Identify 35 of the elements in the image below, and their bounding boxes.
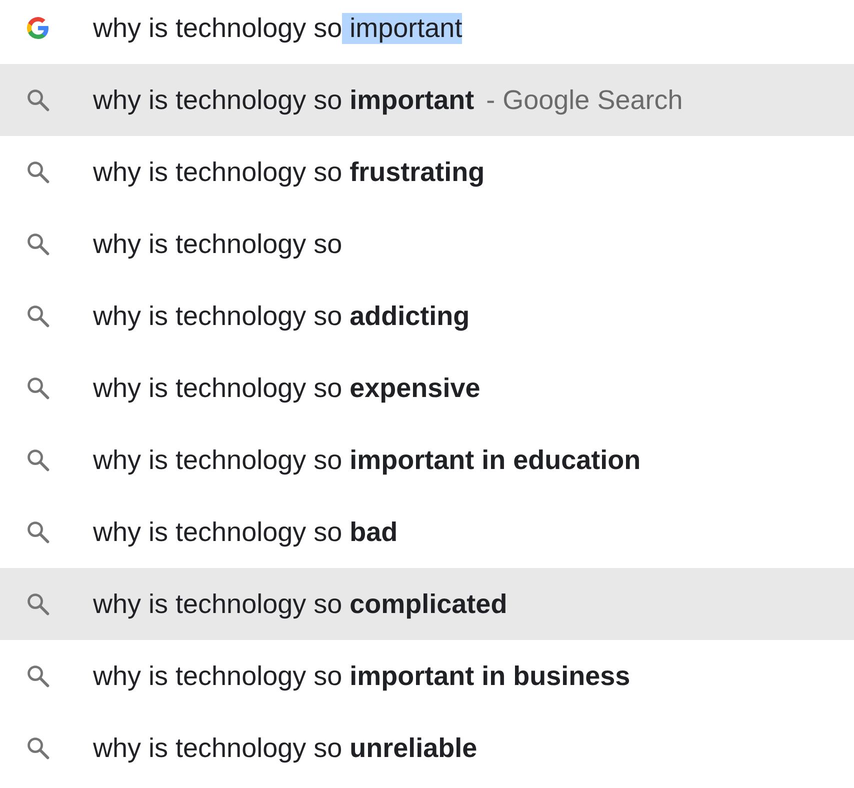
search-field[interactable]: why is technology so important [0, 0, 854, 64]
suggestion-text: why is technology so frustrating [93, 156, 485, 188]
search-icon [25, 591, 51, 617]
search-icon [25, 375, 51, 401]
search-icon [25, 159, 51, 185]
search-icon [25, 735, 51, 761]
source-label: - Google Search [486, 84, 683, 116]
search-icon [25, 519, 51, 545]
search-icon [25, 663, 51, 689]
selected-text: important [342, 12, 462, 44]
suggestion-text: why is technology so expensive [93, 372, 480, 404]
suggestion-item[interactable]: why is technology so bad [0, 496, 854, 568]
suggestion-item[interactable]: why is technology so unreliable [0, 712, 854, 784]
suggestion-text: why is technology so addicting [93, 300, 470, 332]
suggestion-text: why is technology so important in education [93, 444, 641, 476]
suggestion-item[interactable]: why is technology so important in business [0, 640, 854, 712]
suggestion-item[interactable]: why is technology so important in education [0, 424, 854, 496]
suggestion-text: why is technology so important in business [93, 660, 630, 692]
suggestion-text: why is technology so [93, 228, 342, 260]
suggestion-text: why is technology so bad [93, 516, 398, 548]
typed-text: why is technology so [93, 12, 342, 44]
search-icon [25, 231, 51, 257]
suggestion-item[interactable]: why is technology so complicated [0, 568, 854, 640]
suggestion-item[interactable]: why is technology so expensive [0, 352, 854, 424]
suggestion-item[interactable]: why is technology so important - Google Search [0, 64, 854, 136]
suggestion-text: why is technology so complicated [93, 588, 508, 620]
suggestion-item[interactable]: why is technology so frustrating [0, 136, 854, 208]
suggestion-item[interactable]: why is technology so [0, 208, 854, 280]
search-icon [25, 447, 51, 473]
search-icon [25, 303, 51, 329]
g-logo-icon [26, 16, 50, 40]
suggestion-item[interactable]: why is technology so addicting [0, 280, 854, 352]
suggestion-text: why is technology so unreliable [93, 732, 478, 764]
suggestion-text: why is technology so important [93, 84, 474, 116]
search-icon [25, 87, 51, 113]
